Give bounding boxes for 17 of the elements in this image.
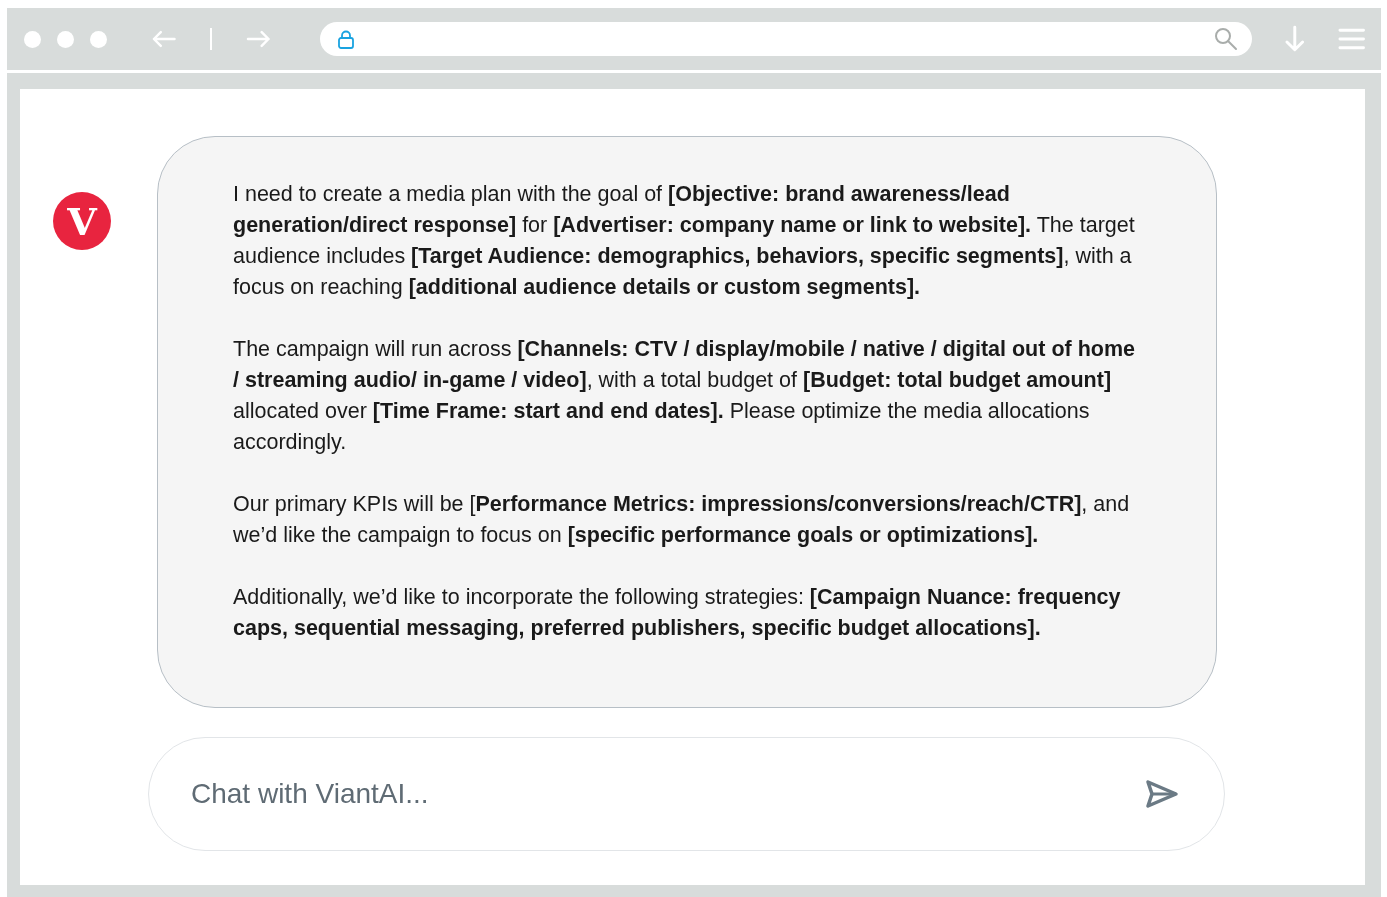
address-bar[interactable] — [319, 22, 1252, 56]
lock-icon — [337, 29, 354, 49]
send-icon[interactable] — [1145, 779, 1179, 809]
chat-input-field[interactable]: Chat with ViantAI... — [148, 737, 1225, 851]
window-control-dot[interactable] — [57, 30, 74, 48]
message-paragraph: Additionally, we’d like to incorporate the following strategies: [Campaign Nuance: frequency caps, sequential messaging, preferred publishers, specific budget allocations]. — [233, 584, 1122, 642]
forward-arrow-icon[interactable] — [246, 29, 272, 49]
download-arrow-icon[interactable] — [1283, 25, 1306, 53]
menu-icon[interactable] — [1337, 27, 1365, 51]
logo-avatar: V — [53, 192, 111, 250]
message-paragraph: Our primary KPIs will be [Performance Metrics: impressions/conversions/reach/CTR], and we’d like the campaign to focus on [specific performance goals or optimizations]. — [233, 491, 1131, 549]
back-arrow-icon[interactable] — [151, 29, 177, 49]
message-paragraph: I need to create a media plan with the goal of [Objective: brand awareness/lead generation/direct response] for [Advertiser: company name or link to website]. The target audience includes [Target Audience: demographics, behaviors, specific segments], with a focus on reaching [additional audience details or custom segments]. — [233, 181, 1136, 301]
window-control-dot[interactable] — [24, 30, 41, 48]
window-control-dot[interactable] — [90, 30, 107, 48]
search-icon[interactable] — [1213, 27, 1238, 51]
message-paragraph: The campaign will run across [Channels: CTV / display/mobile / native / digital out of home / streaming audio/ in-game / video], with a total budget of [Budget: total budget amount] allocated over [Time Frame: start and end dates]. Please optimize the media allocations accordingly. — [233, 336, 1136, 456]
